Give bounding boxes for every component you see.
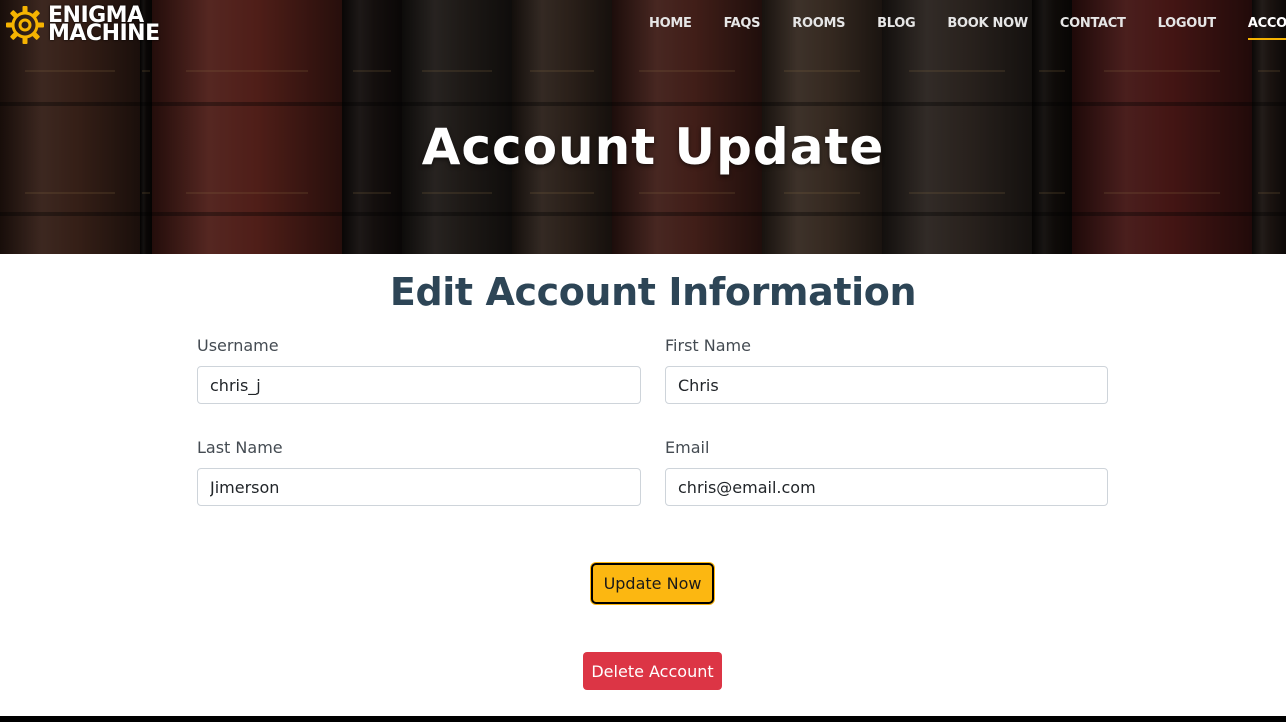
logo-wordmark: ENIGMA MACHINE [48,5,160,46]
gear-icon [6,6,44,44]
username-input[interactable] [197,366,641,404]
site-logo[interactable]: ENIGMA MACHINE [4,4,160,46]
nav-logout[interactable]: LOGOUT [1158,14,1217,40]
footer-edge [0,716,1286,722]
first-name-group: First Name [665,336,1108,404]
nav-home[interactable]: HOME [649,14,692,40]
username-group: Username [197,336,641,404]
logo-line-2: MACHINE [48,21,160,46]
first-name-input[interactable] [665,366,1108,404]
email-input[interactable] [665,468,1108,506]
last-name-group: Last Name [197,438,641,506]
update-now-button[interactable]: Update Now [591,563,714,604]
last-name-input[interactable] [197,468,641,506]
email-group: Email [665,438,1108,506]
main-nav: HOME FAQS ROOMS BLOG BOOK NOW CONTACT LO… [633,14,1286,40]
nav-book-now[interactable]: BOOK NOW [947,14,1028,40]
first-name-label: First Name [665,336,751,355]
page-title: Account Update [421,118,885,176]
nav-blog[interactable]: BLOG [877,14,916,40]
nav-contact[interactable]: CONTACT [1060,14,1126,40]
hero-banner: ENIGMA MACHINE HOME FAQS ROOMS BLOG BOOK… [0,0,1286,254]
nav-rooms[interactable]: ROOMS [792,14,845,40]
nav-account[interactable]: ACCOUNT [1247,14,1286,40]
delete-account-button[interactable]: Delete Account [583,652,722,690]
email-label: Email [665,438,710,457]
nav-faqs[interactable]: FAQS [724,14,761,40]
form-heading: Edit Account Information [389,270,917,314]
username-label: Username [197,336,279,355]
last-name-label: Last Name [197,438,283,457]
